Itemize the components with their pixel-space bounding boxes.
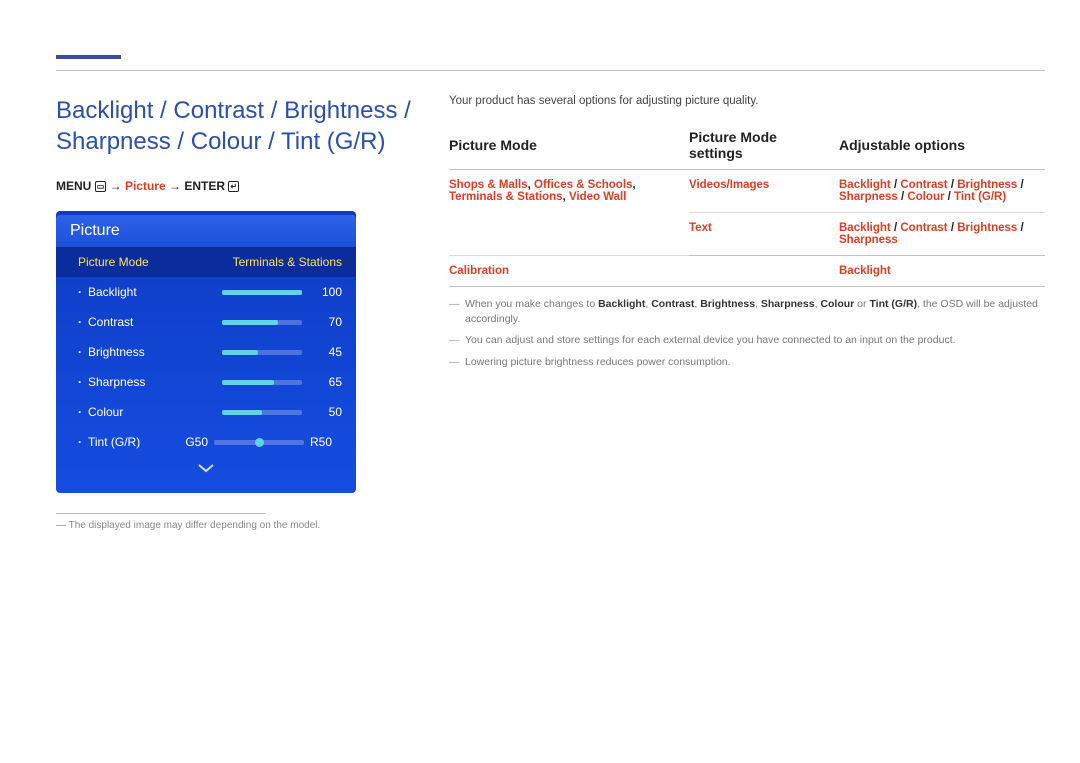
th-settings: Picture Mode settings [689,123,839,170]
osd-scroll-down[interactable] [56,457,356,483]
osd-backlight-row[interactable]: Backlight 100 [56,277,356,307]
osd-backlight-slider[interactable] [222,290,302,295]
accent-bar [56,55,121,59]
options-table: Picture Mode Picture Mode settings Adjus… [449,123,1045,287]
osd-colour-slider[interactable] [222,410,302,415]
osd-brightness-slider[interactable] [222,350,302,355]
footnote: ― The displayed image may differ dependi… [56,520,411,531]
osd-contrast-slider[interactable] [222,320,302,325]
intro-text: Your product has several options for adj… [449,95,1045,107]
osd-picture-mode-value: Terminals & Stations [212,255,342,269]
osd-colour-row[interactable]: Colour 50 [56,397,356,427]
th-adjustable: Adjustable options [839,123,1045,170]
osd-brightness-value: 45 [312,345,342,359]
osd-contrast-label: Contrast [78,315,222,329]
osd-colour-label: Colour [78,405,222,419]
osd-sharpness-label: Sharpness [78,375,222,389]
cell-setting: Text [689,213,839,256]
cell-modes: Shops & Malls, Offices & Schools, Termin… [449,170,689,256]
osd-contrast-value: 70 [312,315,342,329]
chevron-down-icon [197,462,215,474]
osd-tint-label: Tint (G/R) [78,435,176,449]
notes-block: When you make changes to Backlight, Cont… [449,297,1045,370]
th-picture-mode: Picture Mode [449,123,689,170]
osd-contrast-row[interactable]: Contrast 70 [56,307,356,337]
table-row: Shops & Malls, Offices & Schools, Termin… [449,170,1045,213]
cell-options: Backlight / Contrast / Brightness / Shar… [839,170,1045,213]
note-3: Lowering picture brightness reduces powe… [449,355,1045,370]
menu-icon: ▭ [95,181,107,192]
top-divider [56,70,1045,71]
footnote-divider [56,513,266,514]
osd-picture-mode-row[interactable]: Picture Mode Terminals & Stations [56,247,356,277]
osd-tint-row[interactable]: Tint (G/R) G50 R50 [56,427,356,457]
osd-sharpness-row[interactable]: Sharpness 65 [56,367,356,397]
note-2: You can adjust and store settings for ea… [449,333,1045,348]
osd-tint-slider[interactable] [214,440,304,445]
table-row: Calibration Backlight [449,256,1045,287]
osd-brightness-row[interactable]: Brightness 45 [56,337,356,367]
cell-modes: Calibration [449,256,689,287]
osd-title: Picture [56,215,356,247]
right-column: Your product has several options for adj… [449,95,1045,531]
cell-options: Backlight [839,256,1045,287]
osd-tint-g: G50 [176,435,208,449]
osd-sharpness-value: 65 [312,375,342,389]
osd-sharpness-slider[interactable] [222,380,302,385]
page-content: Backlight / Contrast / Brightness / Shar… [0,0,1080,531]
osd-brightness-label: Brightness [78,345,222,359]
cell-setting: Videos/Images [689,170,839,213]
menu-picture: Picture [125,179,166,193]
osd-tint-r: R50 [310,435,342,449]
cell-options: Backlight / Contrast / Brightness / Shar… [839,213,1045,256]
osd-backlight-label: Backlight [78,285,222,299]
note-1: When you make changes to Backlight, Cont… [449,297,1045,327]
enter-icon: ↵ [228,181,239,192]
osd-colour-value: 50 [312,405,342,419]
menu-path: MENU ▭ → Picture → ENTER ↵ [56,179,411,193]
cell-setting [689,256,839,287]
page-title: Backlight / Contrast / Brightness / Shar… [56,95,411,157]
menu-label: MENU [56,179,91,193]
osd-panel: Picture Picture Mode Terminals & Station… [56,211,356,493]
left-column: Backlight / Contrast / Brightness / Shar… [56,95,411,531]
enter-label: ENTER [184,179,225,193]
osd-picture-mode-label: Picture Mode [78,255,212,269]
osd-backlight-value: 100 [312,285,342,299]
